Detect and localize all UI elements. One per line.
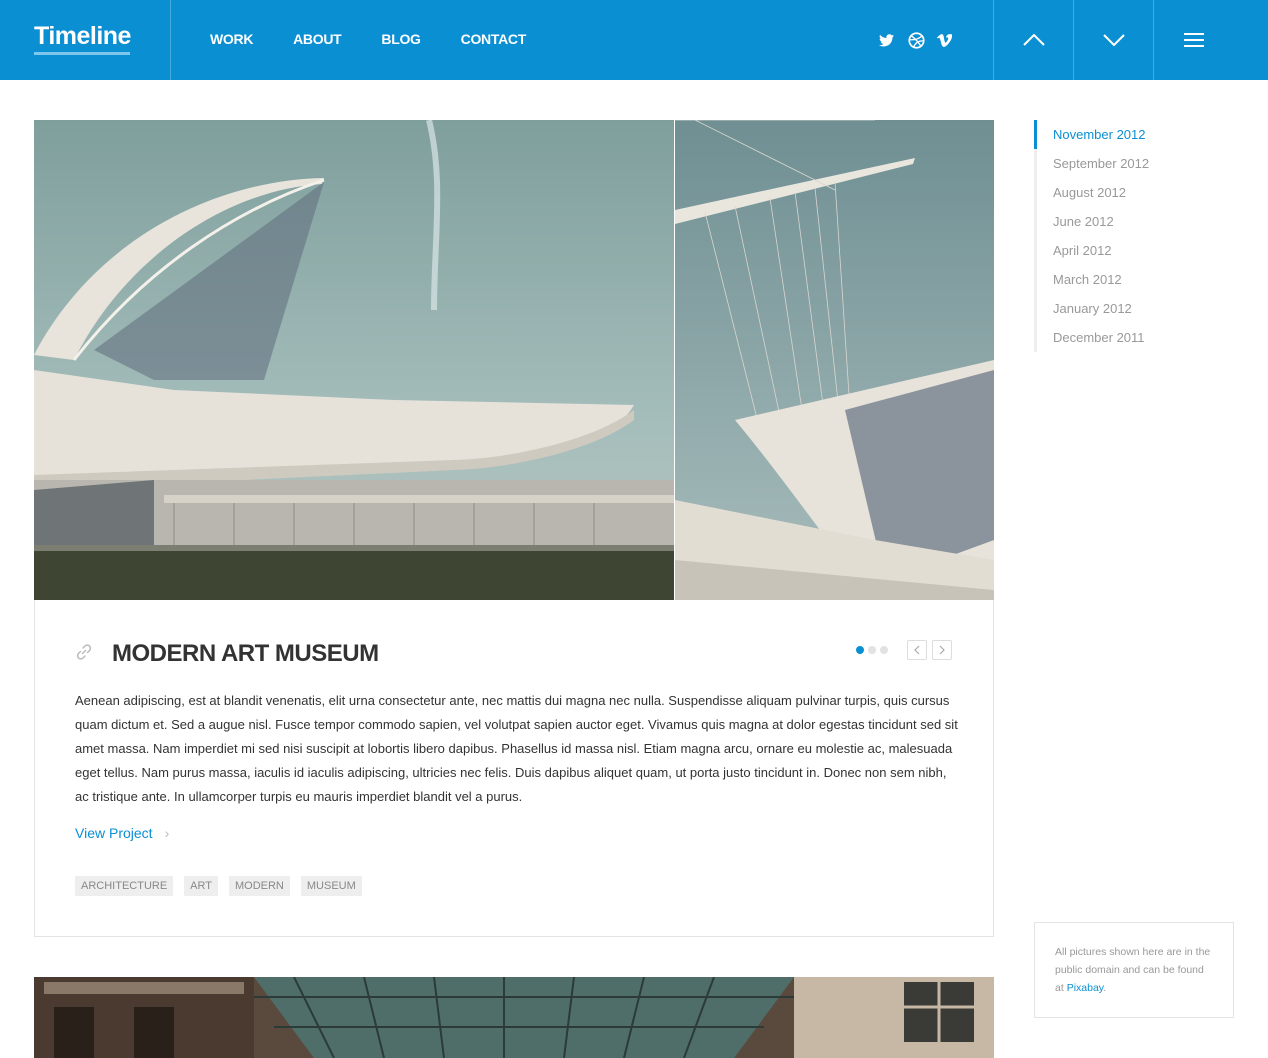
- site-logo[interactable]: Timeline: [34, 22, 131, 51]
- scroll-up-button[interactable]: [994, 0, 1074, 80]
- view-project-label: View Project: [75, 825, 153, 841]
- post-title[interactable]: MODERN ART MUSEUM: [112, 640, 379, 668]
- nav-contact[interactable]: CONTACT: [461, 31, 527, 47]
- view-project-link[interactable]: View Project ›: [75, 825, 169, 841]
- timeline-item[interactable]: January 2012: [1034, 294, 1234, 323]
- post-tags: ARCHITECTURE ART MODERN MUSEUM: [75, 876, 362, 896]
- tag[interactable]: ART: [184, 876, 218, 896]
- slider-dot[interactable]: [868, 646, 876, 654]
- timeline-item[interactable]: June 2012: [1034, 207, 1234, 236]
- slider-next-button[interactable]: [932, 640, 952, 660]
- credits-suffix: .: [1103, 982, 1107, 994]
- post-image-next: [34, 977, 994, 1058]
- link-icon: [75, 643, 93, 661]
- twitter-icon[interactable]: [877, 30, 895, 50]
- timeline-item[interactable]: November 2012: [1034, 120, 1234, 149]
- logo-underline: [34, 52, 130, 55]
- vimeo-icon[interactable]: [935, 30, 953, 50]
- site-header: Timeline WORK ABOUT BLOG CONTACT: [0, 0, 1268, 80]
- tag[interactable]: MODERN: [228, 876, 290, 896]
- slider-dot[interactable]: [880, 646, 888, 654]
- chevron-up-icon: [1023, 34, 1045, 46]
- post-body: Aenean adipiscing, est at blandit venena…: [75, 693, 958, 804]
- timeline-item[interactable]: April 2012: [1034, 236, 1234, 265]
- credits-box: All pictures shown here are in the publi…: [1034, 922, 1234, 1018]
- timeline-item[interactable]: September 2012: [1034, 149, 1234, 178]
- timeline-item[interactable]: August 2012: [1034, 178, 1234, 207]
- pixabay-link[interactable]: Pixabay: [1067, 982, 1104, 994]
- menu-button[interactable]: [1154, 0, 1234, 80]
- tag[interactable]: ARCHITECTURE: [75, 876, 174, 896]
- slider-prev-button[interactable]: [907, 640, 927, 660]
- nav-about[interactable]: ABOUT: [293, 31, 342, 47]
- chevron-left-icon: [914, 645, 920, 655]
- header-divider: [170, 0, 171, 80]
- post-card: MODERN ART MUSEUM Aenean adipiscing, est…: [34, 600, 994, 937]
- post-image-main: [34, 120, 674, 600]
- nav-work[interactable]: WORK: [210, 31, 253, 47]
- timeline-item[interactable]: December 2011: [1034, 323, 1234, 352]
- menu-icon: [1184, 33, 1204, 47]
- scroll-down-button[interactable]: [1074, 0, 1154, 80]
- chevron-right-icon: [939, 645, 945, 655]
- chevron-down-icon: [1103, 34, 1125, 46]
- nav-blog[interactable]: BLOG: [381, 31, 421, 47]
- slider-dots: [856, 646, 888, 654]
- tag[interactable]: MUSEUM: [300, 876, 362, 896]
- chevron-right-icon: ›: [164, 825, 170, 841]
- post-image-secondary: [675, 120, 994, 600]
- main-nav: WORK ABOUT BLOG CONTACT: [210, 31, 566, 47]
- timeline-nav: November 2012 September 2012 August 2012…: [1034, 120, 1234, 352]
- slider-dot[interactable]: [856, 646, 864, 654]
- dribbble-icon[interactable]: [907, 30, 925, 50]
- timeline-item[interactable]: March 2012: [1034, 265, 1234, 294]
